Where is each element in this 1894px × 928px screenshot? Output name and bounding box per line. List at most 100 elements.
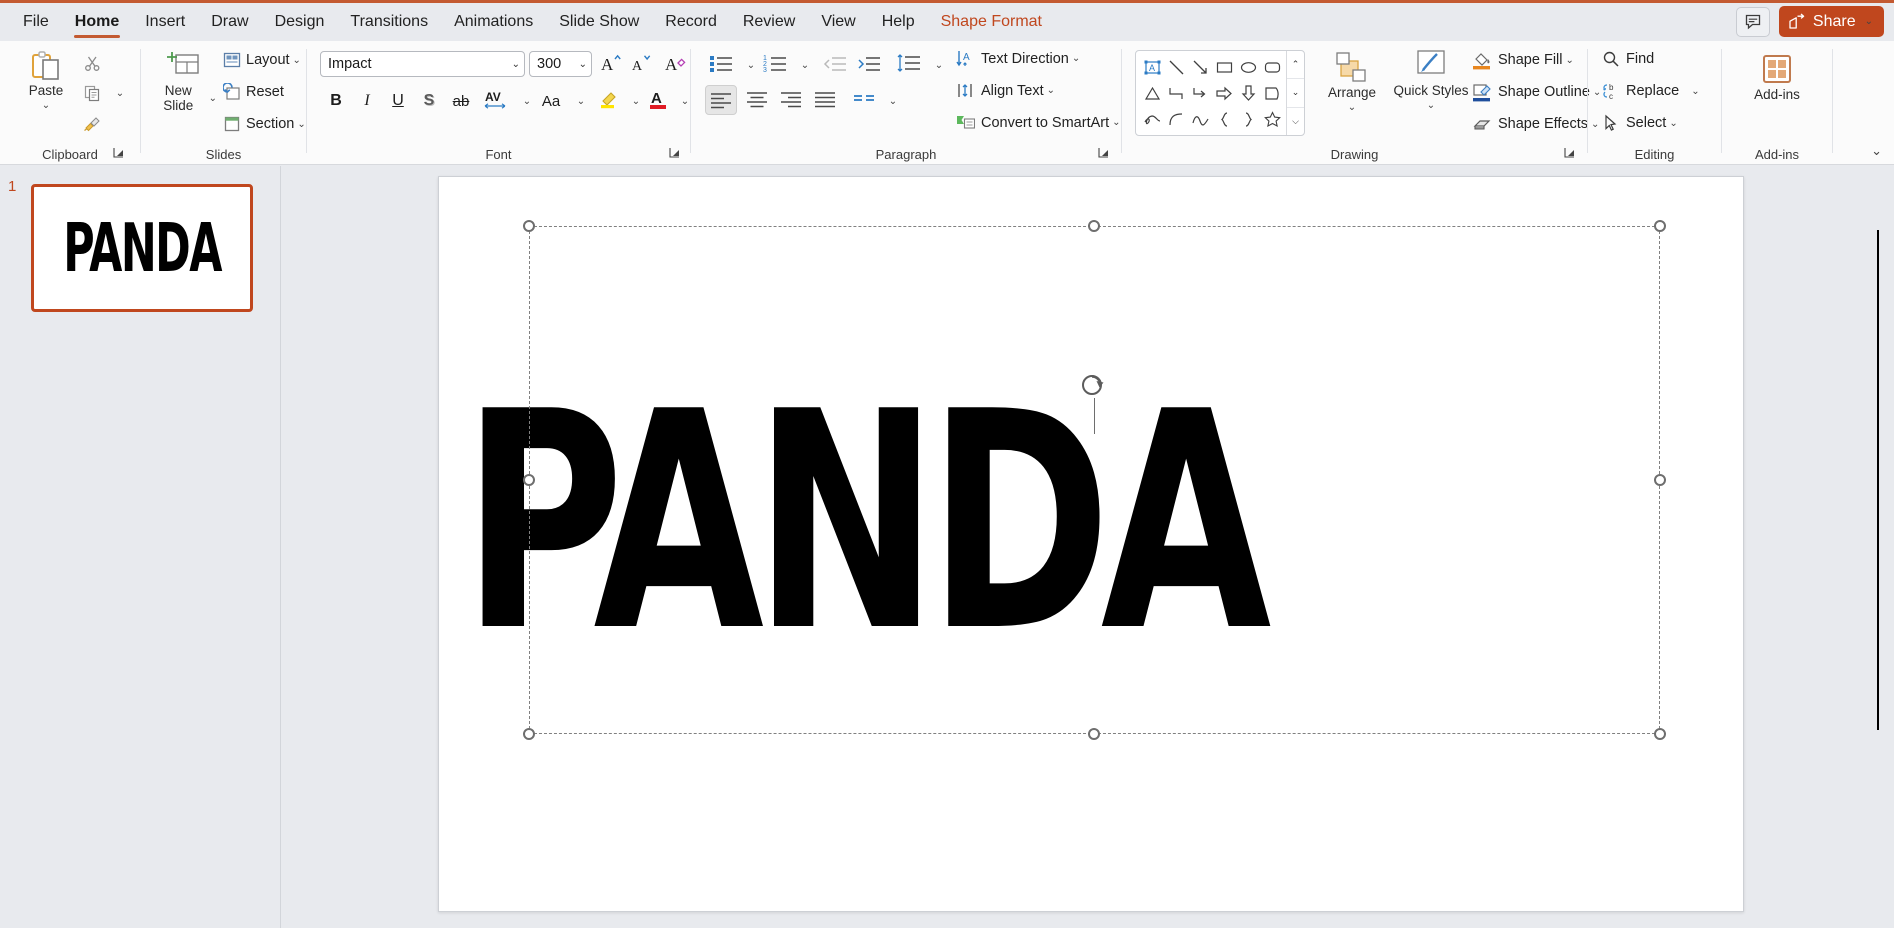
- drawing-dialog-launcher[interactable]: [1563, 146, 1577, 160]
- resize-handle-middle-left[interactable]: [523, 474, 535, 486]
- tab-insert[interactable]: Insert: [132, 3, 198, 41]
- resize-handle-top-right[interactable]: [1654, 220, 1666, 232]
- text-shadow-button[interactable]: S: [415, 87, 443, 115]
- rounded-rectangle-shape-icon[interactable]: [1260, 54, 1284, 80]
- tab-help[interactable]: Help: [869, 3, 928, 41]
- down-arrow-shape-icon[interactable]: [1236, 80, 1260, 106]
- textbox-shape-icon[interactable]: A: [1140, 54, 1164, 80]
- curve-shape-icon[interactable]: [1164, 106, 1188, 132]
- tab-transitions[interactable]: Transitions: [337, 3, 441, 41]
- tab-file[interactable]: File: [10, 3, 62, 41]
- resize-handle-top-left[interactable]: [523, 220, 535, 232]
- tab-design[interactable]: Design: [262, 3, 338, 41]
- resize-handle-bottom-right[interactable]: [1654, 728, 1666, 740]
- paragraph-dialog-launcher[interactable]: [1097, 146, 1111, 160]
- change-case-button[interactable]: Aa: [535, 87, 567, 115]
- tab-animations[interactable]: Animations: [441, 3, 546, 41]
- increase-font-size-button[interactable]: A: [597, 49, 627, 77]
- shapes-more-icon[interactable]: ⌵: [1287, 108, 1304, 135]
- resize-handle-bottom-left[interactable]: [523, 728, 535, 740]
- collapse-ribbon-button[interactable]: ⌄: [1871, 143, 1882, 159]
- line-spacing-button[interactable]: [893, 49, 925, 77]
- replace-button[interactable]: bc Replace ⌄: [1602, 82, 1700, 100]
- tab-record[interactable]: Record: [652, 3, 730, 41]
- arrow-shape-icon[interactable]: [1188, 54, 1212, 80]
- slide-title-text[interactable]: PANDA: [462, 363, 1422, 683]
- flowchart-shape-icon[interactable]: [1260, 80, 1284, 106]
- right-arrow-shape-icon[interactable]: [1212, 80, 1236, 106]
- paste-button[interactable]: Paste ⌄: [16, 49, 76, 113]
- increase-indent-button[interactable]: [853, 49, 885, 77]
- font-size-combo[interactable]: 300 ⌄: [529, 51, 592, 77]
- line-shape-icon[interactable]: [1164, 54, 1188, 80]
- slide-canvas[interactable]: PANDA: [438, 176, 1744, 912]
- columns-options-button[interactable]: ⌄: [879, 87, 907, 115]
- shapes-scroll-down-icon[interactable]: ⌄: [1287, 79, 1304, 108]
- numbering-options-button[interactable]: ⌄: [791, 51, 819, 79]
- text-highlight-color-button[interactable]: [595, 85, 623, 113]
- decrease-indent-button[interactable]: [819, 49, 851, 77]
- triangle-shape-icon[interactable]: [1140, 80, 1164, 106]
- cut-button[interactable]: [78, 49, 106, 77]
- tab-draw[interactable]: Draw: [198, 3, 261, 41]
- shape-outline-button[interactable]: Shape Outline ⌄: [1472, 82, 1601, 102]
- shape-fill-button[interactable]: Shape Fill ⌄: [1472, 50, 1574, 70]
- clipboard-dialog-launcher[interactable]: [112, 146, 126, 160]
- font-name-combo[interactable]: Impact ⌄: [320, 51, 525, 77]
- share-button[interactable]: Share ⌄: [1778, 6, 1884, 37]
- elbow-connector-shape-icon[interactable]: [1164, 80, 1188, 106]
- change-case-options-button[interactable]: ⌄: [567, 87, 595, 115]
- tab-slide-show[interactable]: Slide Show: [546, 3, 652, 41]
- resize-handle-top-center[interactable]: [1088, 220, 1100, 232]
- comments-button[interactable]: [1735, 6, 1770, 37]
- font-dialog-launcher[interactable]: [668, 146, 682, 160]
- tab-review[interactable]: Review: [730, 3, 808, 41]
- align-left-button[interactable]: [705, 85, 737, 115]
- rectangle-shape-icon[interactable]: [1212, 54, 1236, 80]
- new-slide-button[interactable]: New Slide ⌄: [151, 49, 217, 113]
- align-right-button[interactable]: [775, 85, 807, 113]
- decrease-font-size-button[interactable]: A: [627, 49, 657, 77]
- right-brace-shape-icon[interactable]: [1236, 106, 1260, 132]
- numbering-button[interactable]: 123: [759, 49, 791, 77]
- tab-shape-format[interactable]: Shape Format: [928, 3, 1055, 41]
- tab-home[interactable]: Home: [62, 3, 132, 41]
- italic-button[interactable]: I: [353, 87, 381, 115]
- elbow-arrow-connector-shape-icon[interactable]: [1188, 80, 1212, 106]
- text-direction-button[interactable]: A Text Direction ⌄: [956, 49, 1080, 68]
- shapes-gallery[interactable]: A ⌃ ⌄ ⌵: [1135, 50, 1305, 136]
- oval-shape-icon[interactable]: [1236, 54, 1260, 80]
- add-ins-button[interactable]: Add-ins: [1742, 51, 1812, 102]
- strikethrough-button[interactable]: ab: [446, 87, 476, 115]
- copy-button[interactable]: [78, 79, 106, 107]
- left-brace-shape-icon[interactable]: [1212, 106, 1236, 132]
- quick-styles-button[interactable]: Quick Styles ⌄: [1392, 49, 1470, 113]
- underline-button[interactable]: U: [384, 87, 412, 115]
- shapes-scroll-up-icon[interactable]: ⌃: [1287, 51, 1304, 80]
- scribble-shape-icon[interactable]: [1140, 106, 1164, 132]
- shape-effects-button[interactable]: Shape Effects ⌄: [1472, 114, 1599, 134]
- font-color-button[interactable]: A: [644, 85, 672, 113]
- bold-button[interactable]: B: [322, 87, 350, 115]
- section-button[interactable]: Section ⌄: [223, 115, 306, 133]
- resize-handle-middle-right[interactable]: [1654, 474, 1666, 486]
- clear-formatting-button[interactable]: A: [662, 49, 690, 77]
- character-spacing-button[interactable]: AV: [479, 85, 513, 113]
- rotate-handle-icon[interactable]: [1079, 372, 1109, 403]
- justify-button[interactable]: [809, 85, 841, 113]
- copy-options-button[interactable]: ⌄: [106, 79, 134, 107]
- layout-button[interactable]: Layout ⌄: [223, 51, 301, 69]
- line-spacing-options-button[interactable]: ⌄: [925, 51, 953, 79]
- arrange-button[interactable]: Arrange ⌄: [1314, 49, 1390, 115]
- find-button[interactable]: Find: [1602, 50, 1654, 68]
- star-shape-icon[interactable]: [1260, 106, 1284, 132]
- reset-button[interactable]: Reset: [223, 83, 284, 101]
- resize-handle-bottom-center[interactable]: [1088, 728, 1100, 740]
- bullets-button[interactable]: [705, 49, 737, 77]
- slide-thumbnail-1[interactable]: PANDA: [31, 184, 253, 312]
- tab-view[interactable]: View: [808, 3, 868, 41]
- align-text-button[interactable]: Align Text ⌄: [956, 81, 1055, 100]
- align-center-button[interactable]: [741, 85, 773, 113]
- columns-button[interactable]: [849, 85, 879, 113]
- slide-thumbnail-pane[interactable]: 1 PANDA: [0, 166, 281, 928]
